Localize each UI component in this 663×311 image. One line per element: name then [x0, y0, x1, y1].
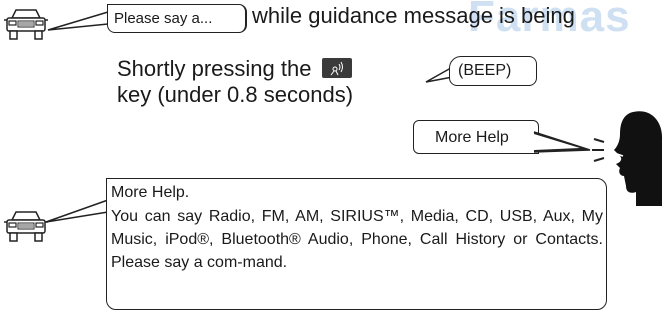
prompt-bubble-tail — [47, 11, 109, 31]
user-speech-label: More Help — [435, 129, 509, 146]
user-speech-bubble: More Help — [413, 120, 539, 154]
prompt-bubble-label: Please say a... — [114, 10, 213, 27]
instruction-prefix: Shortly pressing the — [117, 56, 312, 81]
car-icon — [4, 211, 48, 242]
response-bubble-tail — [45, 199, 109, 223]
response-bubble: More Help. You can say Radio, FM, AM, SI… — [106, 178, 607, 310]
instruction-line2: key (under 0.8 seconds) — [117, 82, 354, 107]
beep-label: (BEEP) — [458, 62, 512, 79]
prompt-trailing-text: while guidance message is being — [252, 3, 575, 28]
beep-bubble: (BEEP) — [449, 56, 537, 86]
instruction-line1: Shortly pressing the — [117, 56, 352, 82]
voice-command-key-icon — [321, 58, 352, 78]
prompt-bubble: Please say a... — [107, 4, 247, 33]
response-body: You can say Radio, FM, AM, SIRIUS™, Medi… — [111, 208, 603, 271]
response-title: More Help. — [111, 184, 190, 201]
car-icon — [4, 9, 48, 40]
user-speech-bubble-tail — [533, 131, 591, 153]
